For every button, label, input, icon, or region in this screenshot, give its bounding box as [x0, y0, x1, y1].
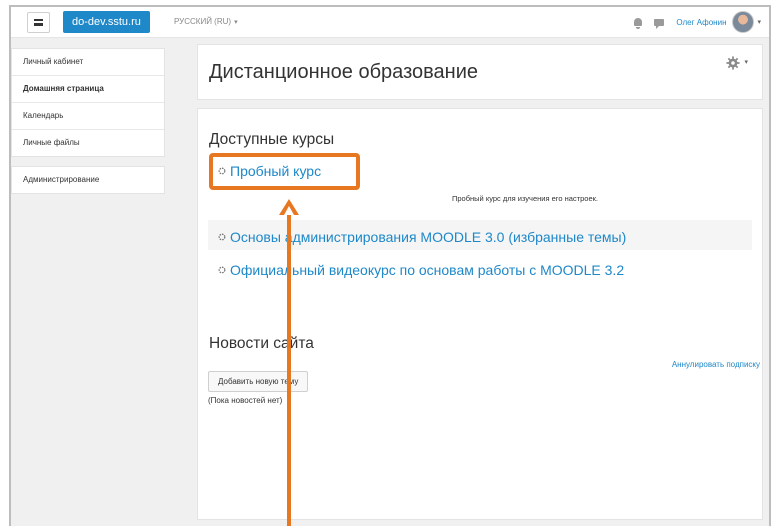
menu-toggle-button[interactable]: [27, 12, 50, 33]
navbar: do-dev.sstu.ru РУССКИЙ (RU) ▾ Олег Афонин…: [11, 7, 769, 38]
site-news-heading: Новости сайта: [209, 335, 314, 352]
no-news-text: (Пока новостей нет): [208, 396, 283, 405]
user-menu-name[interactable]: Олег Афонин: [676, 18, 726, 27]
course-link-moodle-admin[interactable]: Основы администрирования MOODLE 3.0 (изб…: [218, 227, 626, 247]
annotation-arrow-notch: [284, 206, 294, 215]
sidebar-item-dashboard[interactable]: Личный кабинет: [12, 49, 164, 76]
language-label: РУССКИЙ (RU): [174, 17, 232, 26]
language-menu[interactable]: РУССКИЙ (RU) ▾: [174, 15, 238, 30]
course-summary: Пробный курс для изучения его настроек.: [452, 194, 598, 203]
messages-icon[interactable]: [654, 18, 665, 29]
administration-block: Администрирование: [11, 166, 165, 194]
unsubscribe-link[interactable]: Аннулировать подписку: [672, 360, 760, 369]
sidebar-item-calendar[interactable]: Календарь: [12, 103, 164, 130]
gear-icon[interactable]: [726, 56, 740, 70]
caret-down-icon[interactable]: ▾: [744, 58, 748, 66]
user-avatar[interactable]: [732, 11, 755, 33]
course-icon: [218, 233, 226, 241]
site-brand-link[interactable]: do-dev.sstu.ru: [63, 11, 150, 33]
page-title: Дистанционное образование: [209, 61, 478, 83]
sidebar-item-home[interactable]: Домашняя страница: [12, 76, 164, 103]
course-icon: [218, 266, 226, 274]
sidebar-item-administration[interactable]: Администрирование: [12, 167, 164, 193]
add-topic-button[interactable]: Добавить новую тему: [208, 371, 309, 392]
annotation-arrow-shaft: [287, 207, 291, 526]
page-header: Дистанционное образование ▾: [197, 44, 763, 100]
annotation-highlight-box: [209, 153, 360, 190]
caret-down-icon[interactable]: ▾: [757, 18, 761, 26]
user-area: Олег Афонин ▾: [634, 11, 761, 33]
caret-down-icon: ▾: [234, 19, 238, 26]
hamburger-icon: [34, 19, 43, 26]
course-link-moodle-video[interactable]: Официальный видеокурс по основам работы …: [218, 260, 624, 280]
available-courses-heading: Доступные курсы: [209, 131, 335, 148]
notifications-icon[interactable]: [634, 18, 643, 29]
navigation-block: Личный кабинет Домашняя страница Календа…: [11, 48, 165, 157]
sidebar-item-private-files[interactable]: Личные файлы: [12, 130, 164, 156]
